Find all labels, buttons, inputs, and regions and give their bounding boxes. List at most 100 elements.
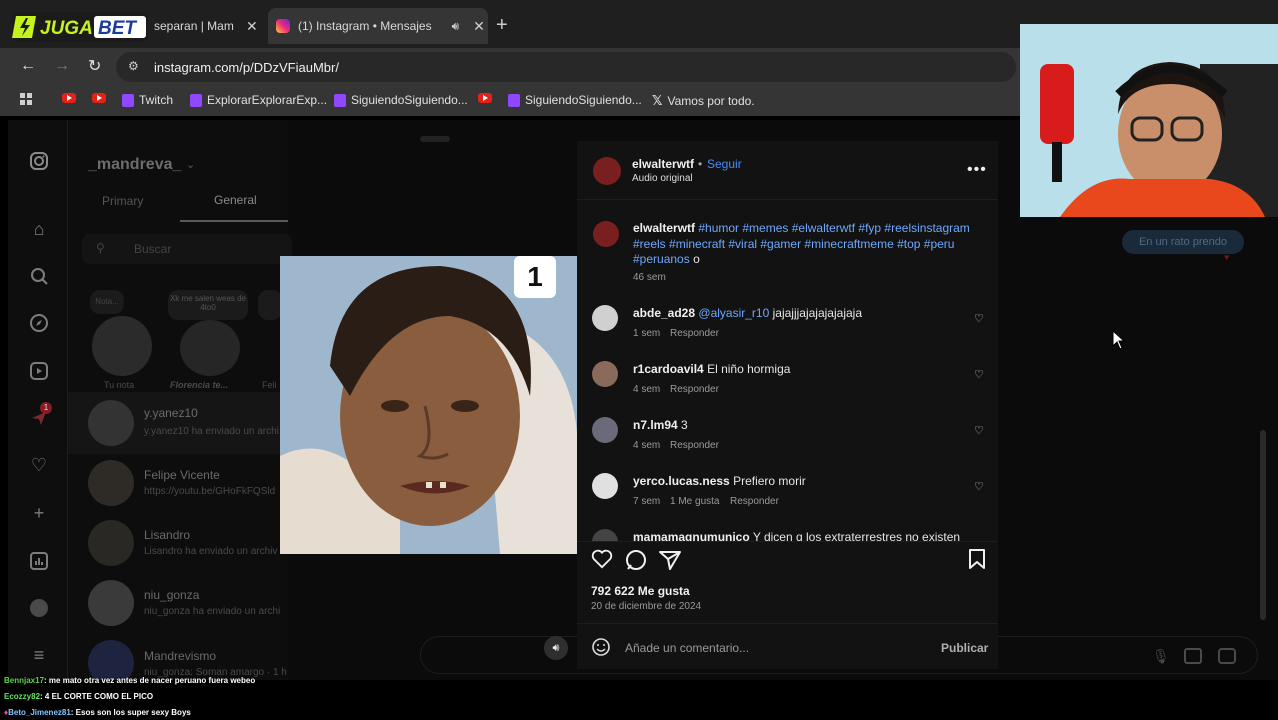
chat-message: : me mato otra vez antes de nacer peruan… [44,676,256,685]
site-settings-icon[interactable]: ⚙ [128,59,139,73]
post-image[interactable]: 1 [280,256,578,554]
tab-general[interactable]: General [214,193,257,207]
chat-scrollbar[interactable] [1260,430,1266,620]
back-arrow-icon[interactable]: ← [20,57,36,75]
webcam-overlay [1020,24,1278,217]
dm-search-input[interactable]: ⚲ Buscar [82,234,292,264]
follow-button[interactable]: Seguir [707,157,742,171]
note-bubble: Xk me salen weas de 4to0 [168,290,248,320]
bookmark-twitch[interactable]: Twitch [122,93,173,107]
separator-dot: • [698,157,703,171]
audio-label[interactable]: Audio original [632,173,693,184]
author-username[interactable]: elwalterwtf [632,157,694,171]
close-icon[interactable]: ✕ [246,18,258,35]
dm-panel: _mandreva_ ⌄ Primary General ⚲ Buscar No… [68,120,292,680]
profile-avatar[interactable] [28,597,50,619]
tab-underline [180,220,288,222]
tab-label: (1) Instagram • Mensajes [298,19,432,33]
tab-primary[interactable]: Primary [102,194,143,208]
search-icon[interactable] [28,265,50,287]
account-name[interactable]: _mandreva_ [88,156,181,174]
stream-chat-line: Bennjax17: me mato otra vez antes de nac… [4,676,255,685]
dm-thread[interactable]: y.yanez10 y.yanez10 ha enviado un archi [68,392,288,454]
likes-count[interactable]: 792 622 Me gusta [591,584,690,598]
emoji-icon[interactable] [591,637,611,662]
reply-button[interactable]: Responder [670,328,719,339]
dm-thread[interactable]: niu_gonza niu_gonza ha enviado un archi [68,574,288,634]
dm-thread[interactable]: Mandrevismo niu_gonza: Soman amargo · 1 … [68,634,288,680]
reload-icon[interactable]: ↻ [88,56,101,76]
comment-mention[interactable]: @alyasir_r10 [698,306,769,320]
tab-instagram[interactable]: (1) Instagram • Mensajes 🔊︎ ✕ [268,8,488,44]
bookmark-label: Twitch [139,93,174,107]
menu-hamburger-icon[interactable]: ≡ [28,644,50,666]
apps-grid-icon[interactable] [20,93,32,105]
sticker-icon[interactable] [1218,648,1236,664]
dm-thread[interactable]: Lisandro Lisandro ha enviado un archiv [68,514,288,574]
like-heart-icon[interactable]: ♡ [974,368,986,381]
reply-button[interactable]: Responder [670,440,719,451]
comment-item: r1cardoavil4 El niño hormiga 4 sem Respo… [577,357,998,407]
share-send-icon[interactable] [659,550,681,575]
comment-bubble-icon[interactable] [625,549,647,576]
comment-username[interactable]: n7.lm94 [633,418,678,432]
thread-preview: Lisandro ha enviado un archiv [144,546,278,557]
comment-username[interactable]: yerco.lucas.ness [633,474,730,488]
close-icon[interactable]: ✕ [473,18,485,35]
avatar[interactable] [592,361,618,387]
avatar [88,580,134,626]
chevron-down-icon[interactable]: ⌄ [186,158,195,171]
bookmark-label: SiguiendoSiguiendo... [351,93,468,107]
instagram-logo-icon[interactable] [28,150,50,172]
bookmark-siguiendo-1[interactable]: SiguiendoSiguiendo... [334,93,468,107]
bookmark-siguiendo-2[interactable]: SiguiendoSiguiendo... [508,93,642,107]
caption-username[interactable]: elwalterwtf [633,221,695,235]
comment-time: 1 sem [633,328,661,339]
reply-button[interactable]: Responder [730,496,779,507]
address-bar[interactable]: ⚙ instagram.com/p/DDzVFiauMbr/ [116,52,1016,82]
reels-icon[interactable] [28,360,50,382]
comments-list: abde_ad28 @alyasir_r10 jajajjjajajajajaj… [577,301,998,541]
image-icon[interactable] [1184,648,1202,664]
bookmark-x[interactable]: 𝕏 Vamos por todo. [652,93,755,109]
publish-button[interactable]: Publicar [941,641,988,655]
explore-icon[interactable] [28,312,50,334]
avatar[interactable] [592,305,618,331]
tab-label: separan | Mam [154,19,234,33]
bookmark-youtube-2[interactable] [92,93,106,103]
home-icon[interactable]: ⌂ [28,218,50,240]
avatar[interactable] [592,473,618,499]
like-heart-icon[interactable]: ♡ [974,424,986,437]
comment-username[interactable]: mamamagnumunico [633,530,750,541]
more-options-icon[interactable]: ••• [967,161,987,179]
forward-arrow-icon[interactable]: → [54,57,70,75]
author-avatar[interactable] [593,157,621,185]
caption-avatar[interactable] [593,221,619,247]
bookmark-explorar[interactable]: ExplorarExplorarExp... [190,93,327,107]
new-tab-icon[interactable]: + [496,14,508,37]
dm-thread[interactable]: Felipe Vicente https://youtu.be/GHoFkFQS… [68,454,288,514]
bookmark-youtube-1[interactable] [62,93,76,103]
avatar[interactable] [592,529,618,541]
avatar[interactable] [592,417,618,443]
like-heart-icon[interactable]: ♡ [974,480,986,493]
notifications-heart-icon[interactable]: ♡ [28,454,50,476]
dashboard-icon[interactable] [28,550,50,572]
audio-toggle-icon[interactable]: 🔊︎ [544,636,568,660]
instagram-nav-rail: ⌂ 1 ♡ + ≡ [8,120,68,680]
create-plus-icon[interactable]: + [28,502,50,524]
messages-icon[interactable]: 1 [28,402,52,429]
comment-likes[interactable]: 1 Me gusta [670,496,719,507]
reply-button[interactable]: Responder [670,384,719,395]
bookmark-save-icon[interactable] [968,549,986,574]
bookmark-youtube-3[interactable] [478,93,492,103]
tab-separan[interactable]: separan | Mam ✕ [150,8,266,44]
speaker-icon[interactable]: 🔊︎ [452,19,460,34]
like-heart-icon[interactable]: ♡ [974,312,986,325]
microphone-icon[interactable]: 🎙︎ [1152,648,1170,665]
like-heart-icon[interactable] [591,549,613,574]
instagram-icon [276,19,290,33]
comment-username[interactable]: r1cardoavil4 [633,362,704,376]
comment-username[interactable]: abde_ad28 [633,306,695,320]
comment-input[interactable]: Añade un comentario... [625,641,749,655]
